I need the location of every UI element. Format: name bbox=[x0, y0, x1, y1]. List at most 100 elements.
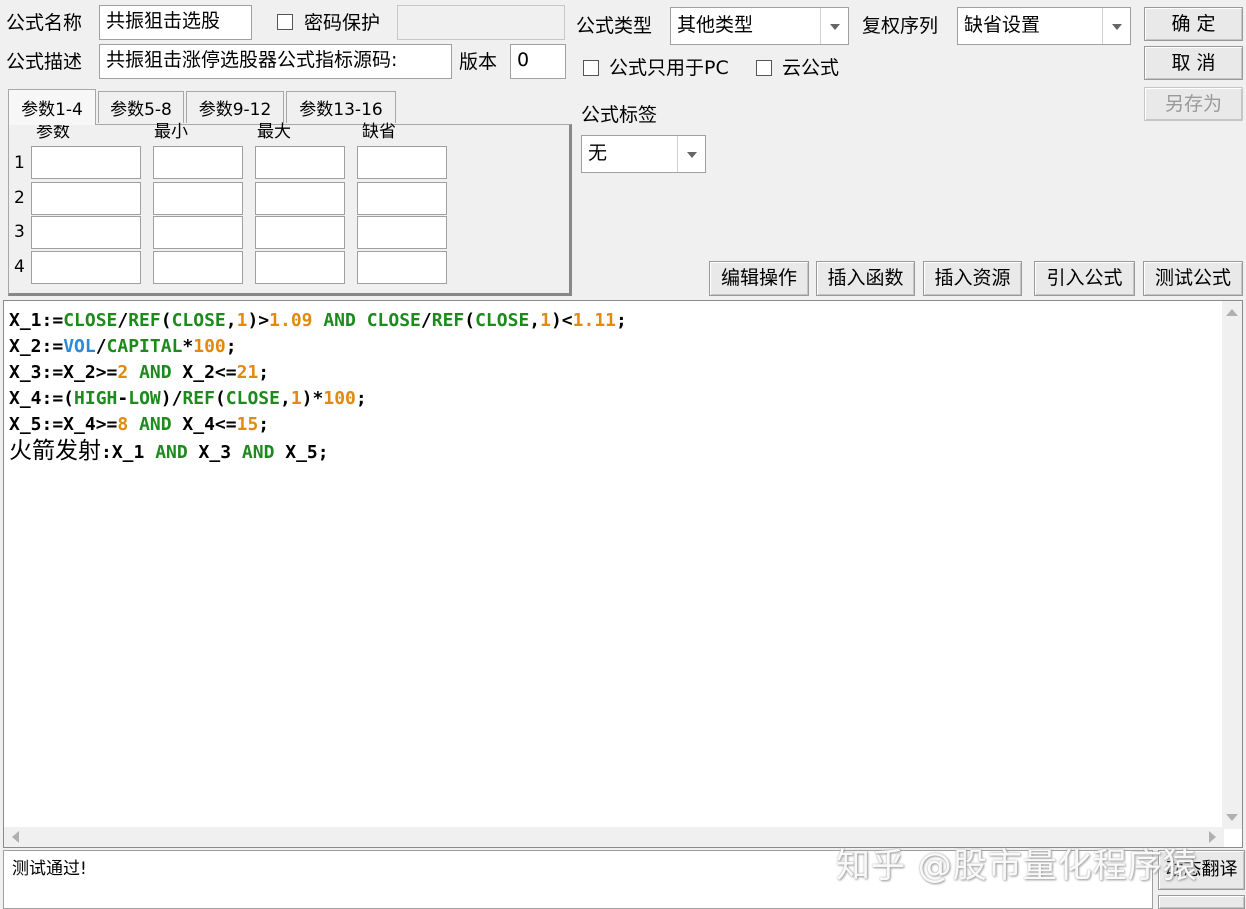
code-content[interactable]: X_1:=CLOSE/REF(CLOSE,1)>1.09 AND CLOSE/R… bbox=[9, 308, 627, 464]
param-name-input[interactable] bbox=[31, 216, 141, 249]
rights-sequence-select[interactable]: 缺省设置 bbox=[957, 7, 1131, 45]
password-checkbox[interactable] bbox=[277, 14, 293, 30]
cloud-formula-checkbox[interactable] bbox=[756, 60, 772, 76]
code-token: 火箭发射 bbox=[9, 438, 101, 464]
code-token: ; bbox=[258, 362, 270, 383]
formula-desc-input[interactable]: 共振狙击涨停选股器公式指标源码: bbox=[99, 44, 452, 79]
code-token: ( bbox=[464, 310, 476, 331]
code-token: CLOSE bbox=[63, 310, 118, 331]
edit-ops-button[interactable]: 编辑操作 bbox=[709, 261, 809, 296]
insert-function-button[interactable]: 插入函数 bbox=[816, 261, 915, 296]
formula-type-label: 公式类型 bbox=[576, 15, 653, 37]
param-default-input[interactable] bbox=[357, 216, 447, 249]
formula-desc-label: 公式描述 bbox=[6, 51, 83, 73]
tab-params-13-16[interactable]: 参数13-16 bbox=[286, 91, 396, 123]
code-line[interactable]: 火箭发射:X_1 AND X_3 AND X_5; bbox=[9, 438, 627, 464]
code-token: )< bbox=[550, 310, 573, 331]
vertical-scrollbar[interactable] bbox=[1222, 301, 1242, 829]
code-token: LOW bbox=[128, 388, 161, 409]
code-editor[interactable]: X_1:=CLOSE/REF(CLOSE,1)>1.09 AND CLOSE/R… bbox=[3, 300, 1243, 848]
code-token: 100 bbox=[193, 336, 226, 357]
param-max-input[interactable] bbox=[255, 182, 345, 215]
status-text: 测试通过! bbox=[12, 859, 87, 879]
param-max-input[interactable] bbox=[255, 216, 345, 249]
param-max-input[interactable] bbox=[255, 146, 345, 179]
code-token: , bbox=[225, 310, 237, 331]
code-token: CAPITAL bbox=[106, 336, 183, 357]
formula-type-value: 其他类型 bbox=[677, 14, 754, 36]
param-name-input[interactable] bbox=[31, 251, 141, 284]
code-token: , bbox=[529, 310, 541, 331]
code-token: 1 bbox=[540, 310, 551, 331]
code-line[interactable]: X_2:=VOL/CAPITAL*100; bbox=[9, 334, 627, 360]
tab-params-5-8[interactable]: 参数5-8 bbox=[98, 91, 184, 123]
chevron-down-icon[interactable] bbox=[677, 136, 705, 172]
param-min-input[interactable] bbox=[153, 251, 243, 284]
password-input bbox=[397, 5, 565, 40]
code-token: CLOSE bbox=[475, 310, 530, 331]
import-formula-button[interactable]: 引入公式 bbox=[1034, 261, 1135, 296]
pc-only-checkbox[interactable] bbox=[583, 60, 599, 76]
param-name-input[interactable] bbox=[31, 146, 141, 179]
param-max-input[interactable] bbox=[255, 251, 345, 284]
pc-only-label: 公式只用于PC bbox=[609, 57, 729, 79]
code-token: X_3 bbox=[187, 442, 242, 463]
param-default-input[interactable] bbox=[357, 146, 447, 179]
formula-name-input[interactable]: 共振狙击选股 bbox=[99, 5, 252, 40]
code-token: X_5:=X_4>= bbox=[9, 414, 118, 435]
code-token: X_3:=X_2>= bbox=[9, 362, 118, 383]
param-row-num: 4 bbox=[14, 257, 25, 277]
code-line[interactable]: X_4:=(HIGH-LOW)/REF(CLOSE,1)*100; bbox=[9, 386, 627, 412]
tab-params-1-4[interactable]: 参数1-4 bbox=[8, 89, 96, 125]
code-token: REF bbox=[431, 310, 465, 331]
chevron-down-icon[interactable] bbox=[820, 8, 848, 44]
code-token: )* bbox=[301, 388, 324, 409]
param-row-num: 2 bbox=[14, 188, 25, 208]
code-token: - bbox=[117, 388, 129, 409]
param-name-input[interactable] bbox=[31, 182, 141, 215]
code-token: X_1:= bbox=[9, 310, 64, 331]
scroll-right-icon[interactable] bbox=[1209, 831, 1216, 843]
tab-params-9-12[interactable]: 参数9-12 bbox=[186, 91, 284, 123]
formula-tag-select[interactable]: 无 bbox=[581, 135, 706, 173]
scroll-down-icon[interactable] bbox=[1226, 814, 1238, 821]
test-formula-button[interactable]: 测试公式 bbox=[1143, 261, 1243, 296]
code-token: CLOSE bbox=[366, 310, 421, 331]
param-header-default: 缺省 bbox=[362, 122, 396, 142]
version-input[interactable]: 0 bbox=[510, 44, 566, 79]
scroll-left-icon[interactable] bbox=[12, 831, 19, 843]
code-token: 21 bbox=[236, 362, 259, 383]
code-token: X_5; bbox=[274, 442, 329, 463]
code-token: CLOSE bbox=[171, 310, 226, 331]
chevron-down-icon[interactable] bbox=[1102, 8, 1130, 44]
code-token: HIGH bbox=[74, 388, 118, 409]
cancel-button[interactable]: 取 消 bbox=[1144, 46, 1243, 80]
code-line[interactable]: X_3:=X_2>=2 AND X_2<=21; bbox=[9, 360, 627, 386]
code-token: ; bbox=[258, 414, 270, 435]
insert-resource-button[interactable]: 插入资源 bbox=[923, 261, 1022, 296]
code-token: X_4:=( bbox=[9, 388, 75, 409]
code-token: ; bbox=[616, 310, 627, 331]
param-min-input[interactable] bbox=[153, 216, 243, 249]
param-header-min: 最小 bbox=[154, 122, 188, 142]
code-token: )> bbox=[247, 310, 270, 331]
formula-type-select[interactable]: 其他类型 bbox=[670, 7, 849, 45]
param-min-input[interactable] bbox=[153, 182, 243, 215]
code-token: 8 bbox=[117, 414, 129, 435]
scroll-up-icon[interactable] bbox=[1226, 309, 1238, 316]
param-header-name: 参数 bbox=[36, 122, 70, 142]
param-default-input[interactable] bbox=[357, 182, 447, 215]
code-line[interactable]: X_5:=X_4>=8 AND X_4<=15; bbox=[9, 412, 627, 438]
code-token: / bbox=[420, 310, 432, 331]
code-token: 2 bbox=[117, 362, 129, 383]
cloud-formula-label: 云公式 bbox=[782, 57, 840, 79]
extra-button[interactable] bbox=[1158, 895, 1245, 909]
param-min-input[interactable] bbox=[153, 146, 243, 179]
confirm-button[interactable]: 确 定 bbox=[1144, 7, 1243, 41]
param-default-input[interactable] bbox=[357, 251, 447, 284]
code-token: 15 bbox=[236, 414, 259, 435]
code-token: REF bbox=[182, 388, 215, 409]
code-line[interactable]: X_1:=CLOSE/REF(CLOSE,1)>1.09 AND CLOSE/R… bbox=[9, 308, 627, 334]
version-label: 版本 bbox=[459, 51, 498, 73]
